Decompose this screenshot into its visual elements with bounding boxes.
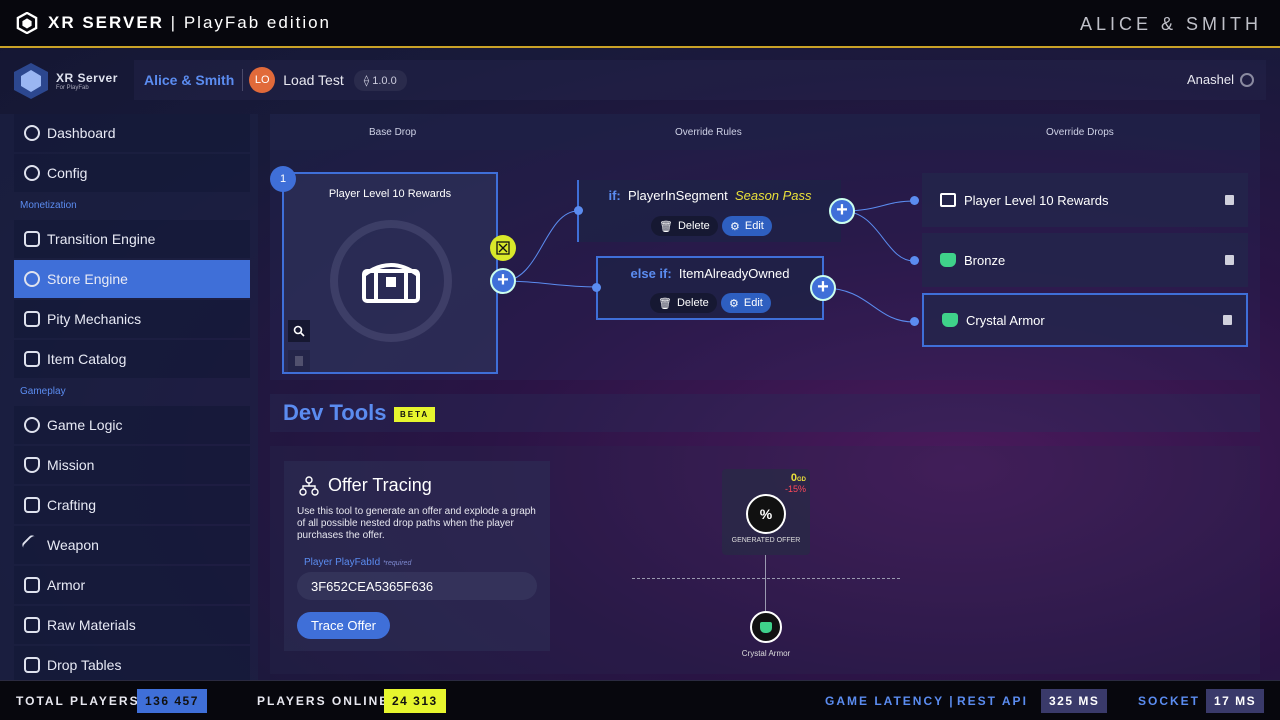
search-icon bbox=[293, 325, 305, 337]
socket-label: SOCKET bbox=[1138, 694, 1201, 708]
override-drop-item[interactable]: Player Level 10 Rewards bbox=[922, 173, 1248, 227]
connector-dot bbox=[910, 317, 919, 326]
trash-icon[interactable] bbox=[1225, 255, 1234, 265]
socket-value: 17 MS bbox=[1206, 689, 1265, 713]
status-bar: TOTAL PLAYERS 136 457 PLAYERS ONLINE 24 … bbox=[0, 680, 1280, 720]
trash-icon: 🗑 bbox=[658, 297, 672, 310]
crystal-armor-node[interactable] bbox=[750, 611, 782, 643]
dev-tools-title: Dev Tools bbox=[283, 400, 387, 425]
add-override-drop-button[interactable]: + bbox=[829, 198, 855, 224]
armor-icon bbox=[942, 313, 958, 327]
shuffle-icon bbox=[496, 241, 510, 255]
rule-delete-button[interactable]: 🗑 Delete bbox=[650, 293, 717, 313]
rule-delete-button[interactable]: 🗑 Delete bbox=[651, 216, 718, 236]
graph-edge bbox=[765, 555, 766, 611]
generated-offer-node[interactable]: 0GD -15% % GENERATED OFFER bbox=[722, 469, 810, 555]
override-drop-item-selected[interactable]: Crystal Armor bbox=[922, 293, 1248, 347]
trash-icon: 🗑 bbox=[659, 220, 673, 233]
rest-api-value: 325 MS bbox=[1041, 689, 1108, 713]
playfab-id-label: Player PlayFabId *required bbox=[304, 557, 412, 568]
connector-dot bbox=[592, 283, 601, 292]
trace-offer-button[interactable]: Trace Offer bbox=[297, 612, 390, 639]
offer-tracing-description: Use this tool to generate an offer and e… bbox=[297, 506, 536, 541]
offer-price: 0GD bbox=[790, 472, 806, 484]
rule-if[interactable]: if: PlayerInSegment Season Pass 🗑 Delete … bbox=[577, 180, 841, 242]
beta-badge: BETA bbox=[394, 407, 436, 422]
delete-button[interactable] bbox=[288, 350, 310, 372]
crystal-armor-label: Crystal Armor bbox=[741, 649, 791, 658]
rule-else-if[interactable]: else if: ItemAlreadyOwned 🗑 Delete ⚙ Edit bbox=[596, 256, 824, 320]
chest-ring bbox=[330, 220, 452, 342]
search-button[interactable] bbox=[288, 320, 310, 342]
add-rule-button[interactable]: + bbox=[490, 268, 516, 294]
connector-dot bbox=[910, 196, 919, 205]
add-override-drop-button[interactable]: + bbox=[810, 275, 836, 301]
rule-condition: else if: ItemAlreadyOwned bbox=[630, 266, 790, 281]
generated-offer-label: GENERATED OFFER bbox=[731, 537, 801, 544]
armor-icon bbox=[760, 621, 772, 633]
shuffle-button[interactable] bbox=[490, 235, 516, 261]
rest-api-label: REST API bbox=[957, 694, 1028, 708]
players-online-value: 24 313 bbox=[384, 689, 446, 713]
rule-edit-button[interactable]: ⚙ Edit bbox=[721, 293, 771, 313]
total-players-label: TOTAL PLAYERS bbox=[16, 694, 140, 708]
rule-condition: if: PlayerInSegment Season Pass bbox=[608, 188, 812, 203]
offer-discount: -15% bbox=[784, 484, 806, 494]
discount-badge-icon: % bbox=[746, 494, 786, 534]
players-online-label: PLAYERS ONLINE bbox=[257, 694, 390, 708]
connector-dot bbox=[910, 256, 919, 265]
armor-icon bbox=[940, 253, 956, 267]
hierarchy-icon bbox=[299, 476, 319, 496]
graph-level-divider bbox=[632, 578, 900, 579]
total-players-value: 136 457 bbox=[137, 689, 207, 713]
connector-dot bbox=[574, 206, 583, 215]
edit-icon: ⚙ bbox=[729, 297, 739, 310]
trash-icon bbox=[295, 356, 303, 366]
chest-icon bbox=[362, 263, 420, 303]
game-latency-label: GAME LATENCY | bbox=[825, 694, 955, 708]
trash-icon[interactable] bbox=[1223, 315, 1232, 325]
playfab-id-input[interactable] bbox=[297, 572, 537, 600]
edit-icon: ⚙ bbox=[730, 220, 740, 233]
base-drop-label: Player Level 10 Rewards bbox=[328, 188, 452, 200]
rule-edit-button[interactable]: ⚙ Edit bbox=[722, 216, 772, 236]
override-drop-item[interactable]: Bronze bbox=[922, 233, 1248, 287]
base-drop-index: 1 bbox=[270, 166, 296, 192]
chest-icon bbox=[940, 193, 956, 207]
trash-icon[interactable] bbox=[1225, 195, 1234, 205]
offer-tracing-title: Offer Tracing bbox=[328, 475, 432, 495]
base-drop-card[interactable]: Player Level 10 Rewards bbox=[282, 172, 498, 374]
